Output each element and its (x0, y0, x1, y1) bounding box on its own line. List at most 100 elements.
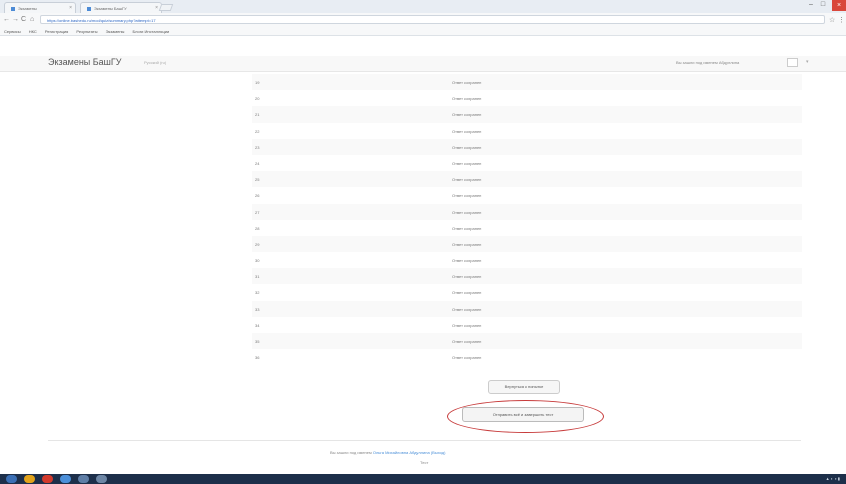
menu-icon[interactable]: ⋮ (838, 16, 845, 24)
browser-tab-label: Экзамены (18, 6, 37, 11)
table-row[interactable]: 28 Ответ сохранен (252, 220, 802, 236)
minimize-button[interactable]: – (806, 1, 816, 11)
close-window-button[interactable]: × (832, 0, 846, 11)
avatar[interactable] (787, 58, 798, 67)
question-number[interactable]: 36 (255, 355, 259, 360)
table-row[interactable]: 26 Ответ сохранен (252, 187, 802, 203)
table-row[interactable]: 33 Ответ сохранен (252, 300, 802, 317)
bookmark-item[interactable]: Блоги Инсталляции (133, 29, 170, 34)
opera-icon[interactable] (42, 475, 53, 483)
logout-link[interactable]: (Выход) (431, 450, 446, 455)
question-number[interactable]: 27 (255, 210, 259, 215)
question-number[interactable]: 24 (255, 161, 259, 166)
footer-user-link[interactable]: Ольга Михайловна Абдуллина (373, 450, 430, 455)
question-status: Ответ сохранен (452, 96, 482, 102)
question-status: Ответ сохранен (452, 339, 482, 344)
bookmark-item[interactable]: НКС (29, 29, 37, 34)
site-navbar: Экзамены БашГУ Русский (ru) Вы зашли под… (0, 56, 846, 72)
taskbar-app-icon[interactable] (78, 475, 89, 483)
browser-tab-active[interactable]: Экзамены БашГУ × (80, 2, 162, 13)
question-number[interactable]: 29 (255, 242, 259, 247)
table-row[interactable]: 34 Ответ сохранен (252, 317, 802, 333)
table-row[interactable]: 30 Ответ сохранен (252, 252, 802, 268)
highlight-annotation-ellipse (447, 400, 604, 433)
question-number[interactable]: 22 (255, 129, 259, 134)
browser-tab-label: Экзамены БашГУ (94, 6, 127, 11)
browser-tab-strip: Экзамены × Экзамены БашГУ × – □ × (0, 0, 846, 13)
question-status: Ответ сохранен (452, 241, 482, 247)
question-status: Ответ сохранен (452, 177, 482, 183)
question-status: Ответ сохранен (452, 193, 482, 199)
table-row[interactable]: 29 Ответ сохранен (252, 235, 802, 253)
footer-text: Вы зашли под именем (330, 450, 372, 455)
footer-home-link[interactable]: Тест (420, 460, 428, 465)
user-menu-toggle-icon[interactable]: ▾ (806, 59, 809, 65)
page-favicon-icon (11, 6, 15, 11)
question-number[interactable]: 20 (255, 96, 259, 101)
question-status: Ответ сохранен (452, 209, 482, 215)
question-number[interactable]: 26 (255, 193, 259, 198)
table-row[interactable]: 31 Ответ сохранен (252, 268, 802, 285)
table-row[interactable]: 20 Ответ сохранен (252, 90, 802, 106)
table-row[interactable]: 32 Ответ сохранен (252, 284, 802, 300)
question-number[interactable]: 23 (255, 145, 259, 150)
browser-tab[interactable]: Экзамены × (4, 2, 76, 13)
table-row[interactable]: 24 Ответ сохранен (252, 155, 802, 171)
table-row[interactable]: 36 Ответ сохранен (252, 349, 802, 365)
chrome-icon[interactable] (60, 475, 71, 483)
close-tab-icon[interactable]: × (155, 5, 158, 11)
table-row[interactable]: 25 Ответ сохранен (252, 171, 802, 188)
table-row[interactable]: 22 Ответ сохранен (252, 123, 802, 139)
question-number[interactable]: 19 (255, 80, 259, 85)
question-status: Ответ сохранен (452, 258, 482, 264)
maximize-button[interactable]: □ (818, 1, 828, 11)
bookmark-item[interactable]: Экзамены (106, 29, 125, 34)
question-number[interactable]: 21 (255, 112, 259, 117)
back-icon[interactable]: ← (3, 16, 10, 23)
question-number[interactable]: 34 (255, 323, 259, 328)
question-number[interactable]: 32 (255, 290, 259, 295)
question-number[interactable]: 31 (255, 274, 259, 279)
language-menu[interactable]: Русский (ru) (144, 60, 166, 65)
site-brand[interactable]: Экзамены БашГУ (48, 56, 122, 68)
table-row[interactable]: 23 Ответ сохранен (252, 138, 802, 155)
table-row[interactable]: 21 Ответ сохранен (252, 106, 802, 123)
bookmark-item[interactable]: Результаты (76, 29, 97, 34)
question-number[interactable]: 25 (255, 177, 259, 182)
table-row[interactable]: 19 Ответ сохранен (252, 74, 802, 91)
taskbar-app-icon[interactable] (96, 475, 107, 483)
bookmarks-bar: Сервисы НКС Регистрация Результаты Экзам… (0, 26, 846, 36)
table-row[interactable]: 35 Ответ сохранен (252, 333, 802, 350)
question-number[interactable]: 33 (255, 307, 259, 312)
question-status: Ответ сохранен (452, 144, 482, 150)
question-number[interactable]: 30 (255, 258, 259, 263)
user-menu-text: Вы зашли под именем Абдуллина (676, 60, 740, 65)
question-status: Ответ сохранен (452, 306, 482, 312)
question-status: Ответ сохранен (452, 290, 482, 296)
forward-icon[interactable]: → (12, 16, 19, 23)
bookmark-item[interactable]: Сервисы (4, 29, 21, 34)
new-tab-button[interactable] (158, 4, 174, 11)
star-icon[interactable]: ☆ (829, 16, 835, 24)
return-to-attempt-button[interactable]: Вернуться к попытке (488, 380, 560, 394)
question-number[interactable]: 28 (255, 226, 259, 231)
home-icon[interactable]: ⌂ (30, 16, 34, 23)
question-status: Ответ сохранен (452, 355, 482, 361)
reload-icon[interactable]: C (21, 16, 26, 23)
table-row[interactable]: 27 Ответ сохранен (252, 203, 802, 220)
question-status: Ответ сохранен (452, 80, 482, 85)
question-status: Ответ сохранен (452, 128, 482, 134)
footer-divider (48, 440, 801, 441)
start-button-icon[interactable] (6, 475, 17, 483)
explorer-icon[interactable] (24, 475, 35, 483)
bookmark-item[interactable]: Регистрация (45, 29, 68, 34)
attempt-summary-table: 19 Ответ сохранен 20 Ответ сохранен 21 Ответ … (252, 74, 802, 365)
question-number[interactable]: 35 (255, 339, 259, 344)
page-favicon-icon (87, 6, 91, 11)
question-status: Ответ сохранен (452, 322, 482, 328)
system-tray[interactable]: ▲ ◐ ◑ ▮ (826, 476, 840, 481)
page-footer: Вы зашли под именем Ольга Михайловна Абд… (330, 450, 445, 455)
url-input[interactable]: https://online.bashedu.ru/mod/quiz/summa… (40, 15, 825, 24)
close-tab-icon[interactable]: × (69, 5, 72, 11)
question-status: Ответ сохранен (452, 112, 482, 118)
